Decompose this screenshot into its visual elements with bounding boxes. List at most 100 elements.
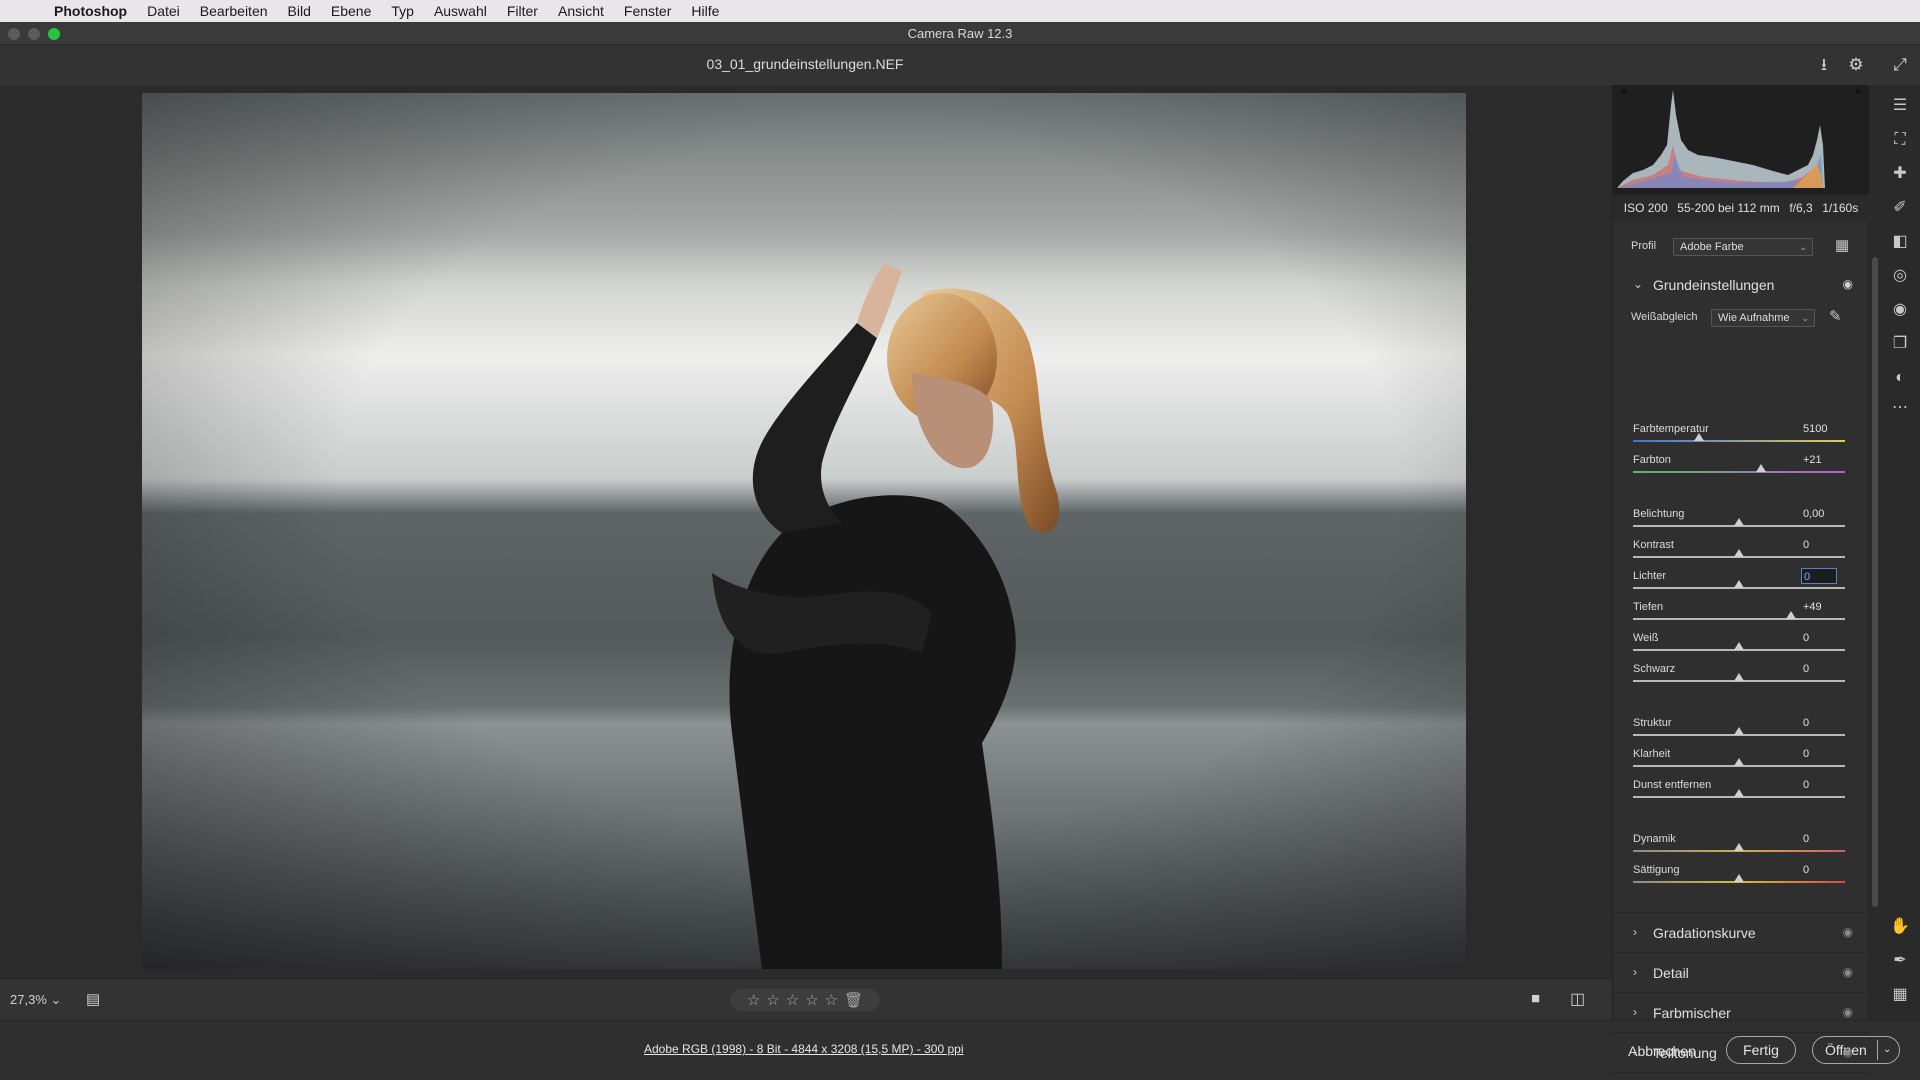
slider-value-field[interactable]: 0: [1801, 630, 1837, 646]
slider-value-field[interactable]: 0: [1801, 862, 1837, 878]
chevron-down-icon: ⌄: [1801, 313, 1809, 323]
slider-thumb[interactable]: [1734, 518, 1744, 526]
slider-thumb[interactable]: [1734, 727, 1744, 735]
menu-typ[interactable]: Typ: [381, 3, 424, 19]
slider-value-field[interactable]: 0: [1801, 831, 1837, 847]
slider-thumb[interactable]: [1785, 611, 1796, 619]
single-view-icon[interactable]: ■: [1531, 990, 1540, 1007]
eye-icon[interactable]: ◉: [1843, 1045, 1853, 1059]
highlight-clipping-icon[interactable]: ▲: [1853, 85, 1863, 96]
slider-thumb[interactable]: [1734, 642, 1744, 650]
slider-thumb[interactable]: [1734, 673, 1744, 681]
slider-thumb[interactable]: [1756, 464, 1767, 472]
fullscreen-icon[interactable]: ⤢: [1890, 55, 1910, 75]
slider-thumb[interactable]: [1693, 433, 1704, 441]
slider-value-field[interactable]: 0: [1801, 568, 1837, 584]
slider-track[interactable]: [1633, 440, 1845, 442]
radial-filter-icon[interactable]: ◎: [1889, 265, 1911, 287]
divider: [1877, 1040, 1878, 1060]
eye-icon[interactable]: ◉: [1843, 1005, 1853, 1019]
section-title: Teiltonung: [1653, 1045, 1717, 1061]
edit-sliders-icon[interactable]: ☰: [1889, 95, 1911, 117]
exif-shutter: 1/160s: [1822, 201, 1859, 215]
snapshots-icon[interactable]: ❐: [1889, 333, 1911, 355]
slider-value-field[interactable]: 0,00: [1801, 506, 1837, 522]
exif-iso: ISO 200: [1623, 201, 1668, 215]
star-icon[interactable]: ☆: [825, 991, 838, 1009]
menu-filter[interactable]: Filter: [497, 3, 548, 19]
menu-hilfe[interactable]: Hilfe: [681, 3, 729, 19]
before-after-icon[interactable]: ◫: [1570, 989, 1585, 1009]
brush-icon[interactable]: ✐: [1889, 197, 1911, 219]
rating-stars[interactable]: ☆ ☆ ☆ ☆ ☆ 🗑: [730, 989, 880, 1011]
menu-bild[interactable]: Bild: [278, 3, 321, 19]
star-icon[interactable]: ☆: [805, 991, 818, 1009]
menu-ebene[interactable]: Ebene: [321, 3, 381, 19]
slider-thumb[interactable]: [1734, 580, 1744, 588]
window-title: Camera Raw 12.3: [907, 26, 1013, 41]
section-header[interactable]: › Detail ◉: [1613, 952, 1869, 992]
healing-icon[interactable]: ✚: [1889, 163, 1911, 185]
menu-bearbeiten[interactable]: Bearbeiten: [190, 3, 278, 19]
image-canvas[interactable]: [0, 85, 1612, 978]
slider-value-field[interactable]: +21: [1801, 452, 1837, 468]
sampler-icon[interactable]: ✒: [1889, 950, 1911, 972]
presets-icon[interactable]: ◐: [1889, 367, 1911, 389]
star-icon[interactable]: ☆: [786, 991, 799, 1009]
graduated-filter-icon[interactable]: ◧: [1889, 231, 1911, 253]
zoom-level[interactable]: 27,3% ⌄: [10, 992, 61, 1008]
menu-datei[interactable]: Datei: [137, 3, 190, 19]
slider-thumb[interactable]: [1734, 549, 1744, 557]
slider-thumb[interactable]: [1734, 874, 1744, 882]
menu-ansicht[interactable]: Ansicht: [548, 3, 614, 19]
slider-track[interactable]: [1633, 618, 1845, 620]
crop-icon[interactable]: ⛶: [1889, 129, 1911, 151]
slider-value-field[interactable]: 0: [1801, 746, 1837, 762]
section-header[interactable]: › Gradationskurve ◉: [1613, 912, 1869, 952]
slider-thumb[interactable]: [1734, 843, 1744, 851]
filmstrip-icon[interactable]: ▤: [86, 990, 100, 1008]
eye-icon[interactable]: ◉: [1843, 277, 1853, 291]
slider-track[interactable]: [1633, 471, 1845, 473]
white-balance-label: Weißabgleich: [1631, 311, 1698, 323]
menu-app-photoshop[interactable]: Photoshop: [54, 3, 137, 19]
gear-icon[interactable]: ⚙: [1846, 55, 1866, 75]
chevron-down-icon[interactable]: ⌄: [1883, 1037, 1891, 1063]
profile-select[interactable]: Adobe Farbe ⌄: [1673, 238, 1813, 256]
section-basic[interactable]: ⌄ Grundeinstellungen ◉: [1613, 265, 1869, 305]
profile-browser-icon[interactable]: ▦: [1835, 236, 1849, 254]
eye-icon[interactable]: ◉: [1843, 925, 1853, 939]
slider-value-field[interactable]: 0: [1801, 537, 1837, 553]
hand-icon[interactable]: ✋: [1889, 916, 1911, 938]
eye-icon[interactable]: ◉: [1843, 965, 1853, 979]
slider-value-field[interactable]: 0: [1801, 661, 1837, 677]
section-header[interactable]: › Farbmischer ◉: [1613, 992, 1869, 1032]
section-header[interactable]: ›Optik◉: [1613, 1072, 1869, 1080]
star-icon[interactable]: ☆: [747, 991, 760, 1009]
star-icon[interactable]: ☆: [766, 991, 779, 1009]
red-eye-icon[interactable]: ◉: [1889, 299, 1911, 321]
white-balance-select[interactable]: Wie Aufnahme ⌄: [1711, 309, 1815, 327]
document-filename: 03_01_grundeinstellungen.NEF: [706, 56, 904, 72]
menu-auswahl[interactable]: Auswahl: [424, 3, 497, 19]
slider-value-field[interactable]: 0: [1801, 777, 1837, 793]
slider-value-field[interactable]: 5100: [1801, 421, 1837, 437]
trash-icon[interactable]: 🗑: [844, 991, 863, 1009]
slider-value-field[interactable]: 0: [1801, 715, 1837, 731]
more-icon[interactable]: ⋯: [1889, 397, 1911, 419]
save-image-icon[interactable]: ⭳: [1814, 55, 1834, 75]
shadow-clipping-icon[interactable]: ▲: [1619, 85, 1629, 96]
slider-label: Weiß: [1633, 632, 1659, 644]
slider-value-field[interactable]: +49: [1801, 599, 1837, 615]
slider-thumb[interactable]: [1734, 789, 1744, 797]
scrollbar-thumb[interactable]: [1872, 257, 1878, 907]
workflow-options-link[interactable]: Adobe RGB (1998) - 8 Bit - 4844 x 3208 (…: [644, 1042, 964, 1056]
menu-fenster[interactable]: Fenster: [614, 3, 681, 19]
slider-thumb[interactable]: [1734, 758, 1744, 766]
histogram: ▲ ▲: [1613, 85, 1869, 195]
section-header[interactable]: › Teiltonung ◉: [1613, 1032, 1869, 1072]
eyedropper-icon[interactable]: ✎: [1829, 307, 1842, 325]
chevron-down-icon: ⌄: [1633, 277, 1644, 291]
grid-icon[interactable]: ▦: [1889, 984, 1911, 1006]
preview-photo[interactable]: [142, 93, 1466, 969]
